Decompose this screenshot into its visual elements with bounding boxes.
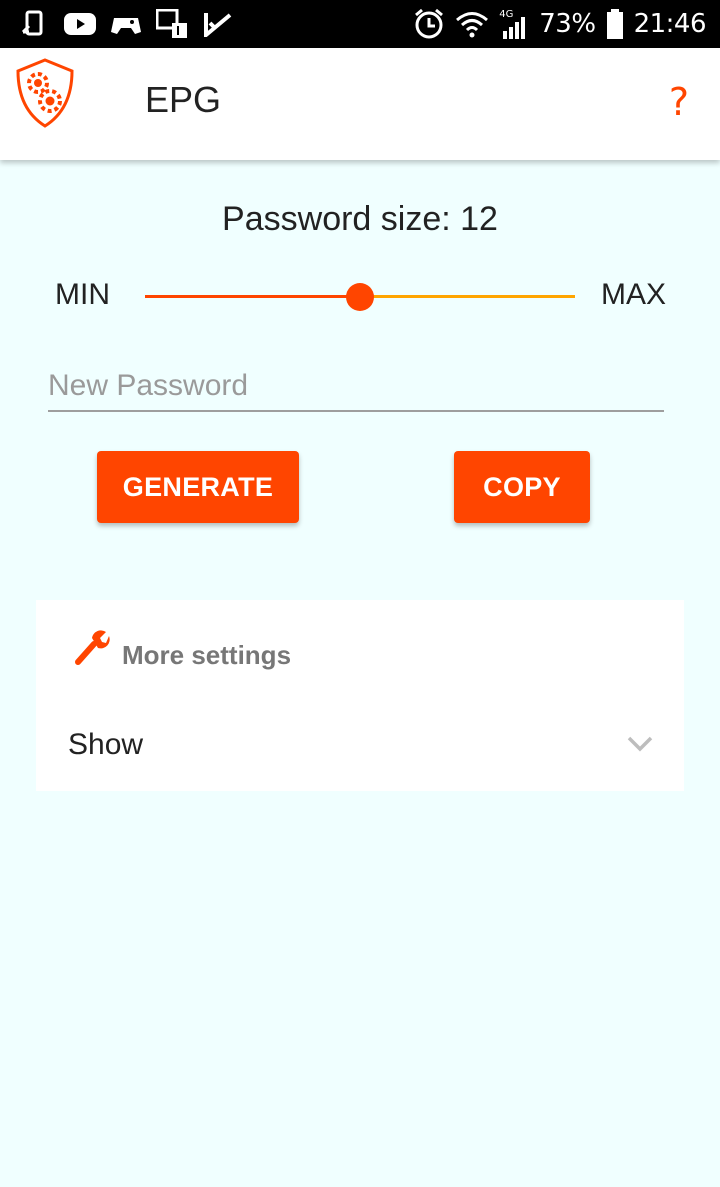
slider-min-label: MIN	[55, 278, 110, 311]
app-logo-shield-gears-icon	[16, 58, 74, 128]
copy-button[interactable]: COPY	[454, 451, 590, 523]
app-bar: EPG ?	[0, 48, 720, 160]
slider-thumb[interactable]	[346, 283, 374, 311]
clock: 21:46	[633, 9, 707, 39]
more-settings-card: More settings Show	[36, 600, 684, 791]
generate-button[interactable]: GENERATE	[97, 451, 299, 523]
alarm-icon	[415, 8, 444, 39]
help-button[interactable]: ?	[664, 78, 694, 126]
app-title: EPG	[145, 79, 222, 120]
slider-max-label: MAX	[601, 278, 667, 311]
slider-track-remaining	[360, 295, 575, 298]
notification-icons	[18, 8, 234, 40]
show-settings-toggle[interactable]: Show	[36, 716, 684, 776]
more-settings-title: More settings	[122, 640, 292, 670]
status-bar: 4G 73% 21:46	[0, 0, 720, 48]
notification-badge-icon	[156, 9, 188, 39]
system-status: 4G 73% 21:46	[413, 6, 707, 42]
password-field	[48, 364, 664, 412]
battery-icon	[606, 9, 623, 39]
new-password-input[interactable]	[48, 364, 664, 408]
password-size-slider[interactable]	[145, 282, 575, 312]
slider-track-filled	[145, 295, 360, 298]
network-type-icon: 4G	[499, 9, 529, 39]
wifi-icon	[456, 12, 489, 38]
password-size-label: Password size: 12	[222, 200, 498, 238]
chevron-down-icon	[627, 736, 653, 752]
game-controller-icon	[110, 9, 142, 39]
battery-percentage: 73%	[539, 9, 596, 39]
wrench-icon	[75, 630, 110, 665]
checkmark-app-icon	[202, 9, 234, 39]
phone-sync-icon	[18, 9, 50, 39]
show-label: Show	[68, 728, 144, 761]
youtube-icon	[64, 9, 96, 39]
